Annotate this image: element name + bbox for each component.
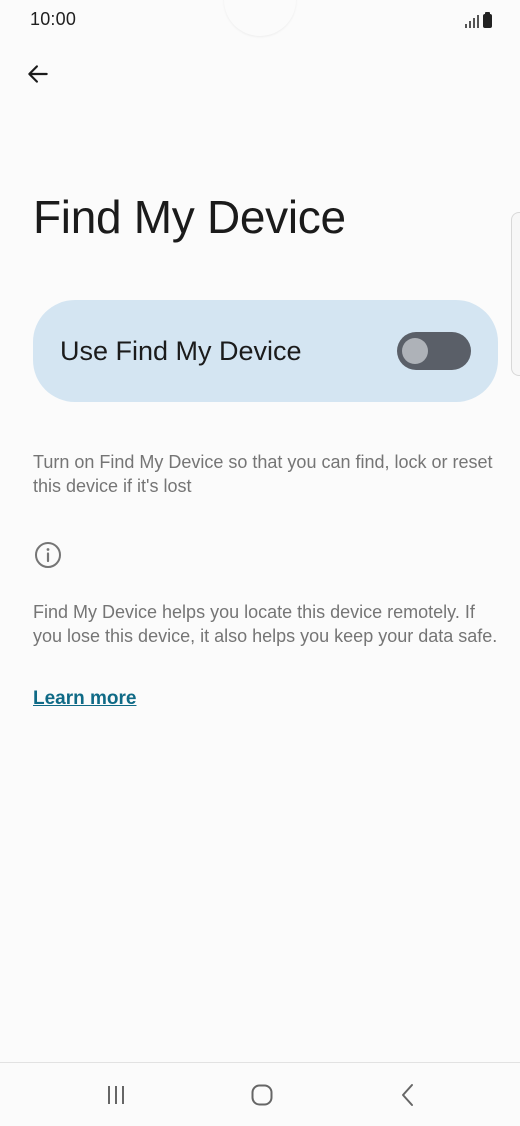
info-text: Find My Device helps you locate this dev… bbox=[33, 602, 498, 646]
switch-thumb bbox=[402, 338, 428, 364]
signal-icon bbox=[465, 14, 479, 28]
find-my-device-switch[interactable] bbox=[397, 332, 471, 370]
info-circle-icon bbox=[35, 542, 61, 568]
edge-panel-handle[interactable] bbox=[511, 212, 520, 376]
back-button[interactable] bbox=[18, 54, 58, 94]
recents-button[interactable] bbox=[96, 1079, 136, 1111]
screen: 10:00 Find My Device Use Find My Device … bbox=[0, 0, 520, 1126]
navigation-bar bbox=[0, 1062, 520, 1126]
use-find-my-device-toggle-card[interactable]: Use Find My Device bbox=[33, 300, 498, 402]
status-icons bbox=[465, 10, 492, 28]
status-time: 10:00 bbox=[30, 9, 77, 29]
recents-icon bbox=[108, 1086, 124, 1104]
home-icon bbox=[251, 1084, 273, 1106]
nav-back-button[interactable] bbox=[388, 1079, 428, 1111]
arrow-left-icon bbox=[28, 65, 48, 83]
home-button[interactable] bbox=[242, 1079, 282, 1111]
camera-notch bbox=[224, 0, 296, 36]
description-text: Turn on Find My Device so that you can f… bbox=[33, 452, 493, 496]
learn-more-link[interactable]: Learn more bbox=[33, 688, 136, 710]
status-bar: 10:00 bbox=[0, 0, 520, 40]
page-title: Find My Device bbox=[33, 191, 346, 243]
toggle-label: Use Find My Device bbox=[60, 335, 302, 366]
battery-icon bbox=[483, 12, 492, 28]
chevron-left-icon bbox=[402, 1084, 413, 1106]
